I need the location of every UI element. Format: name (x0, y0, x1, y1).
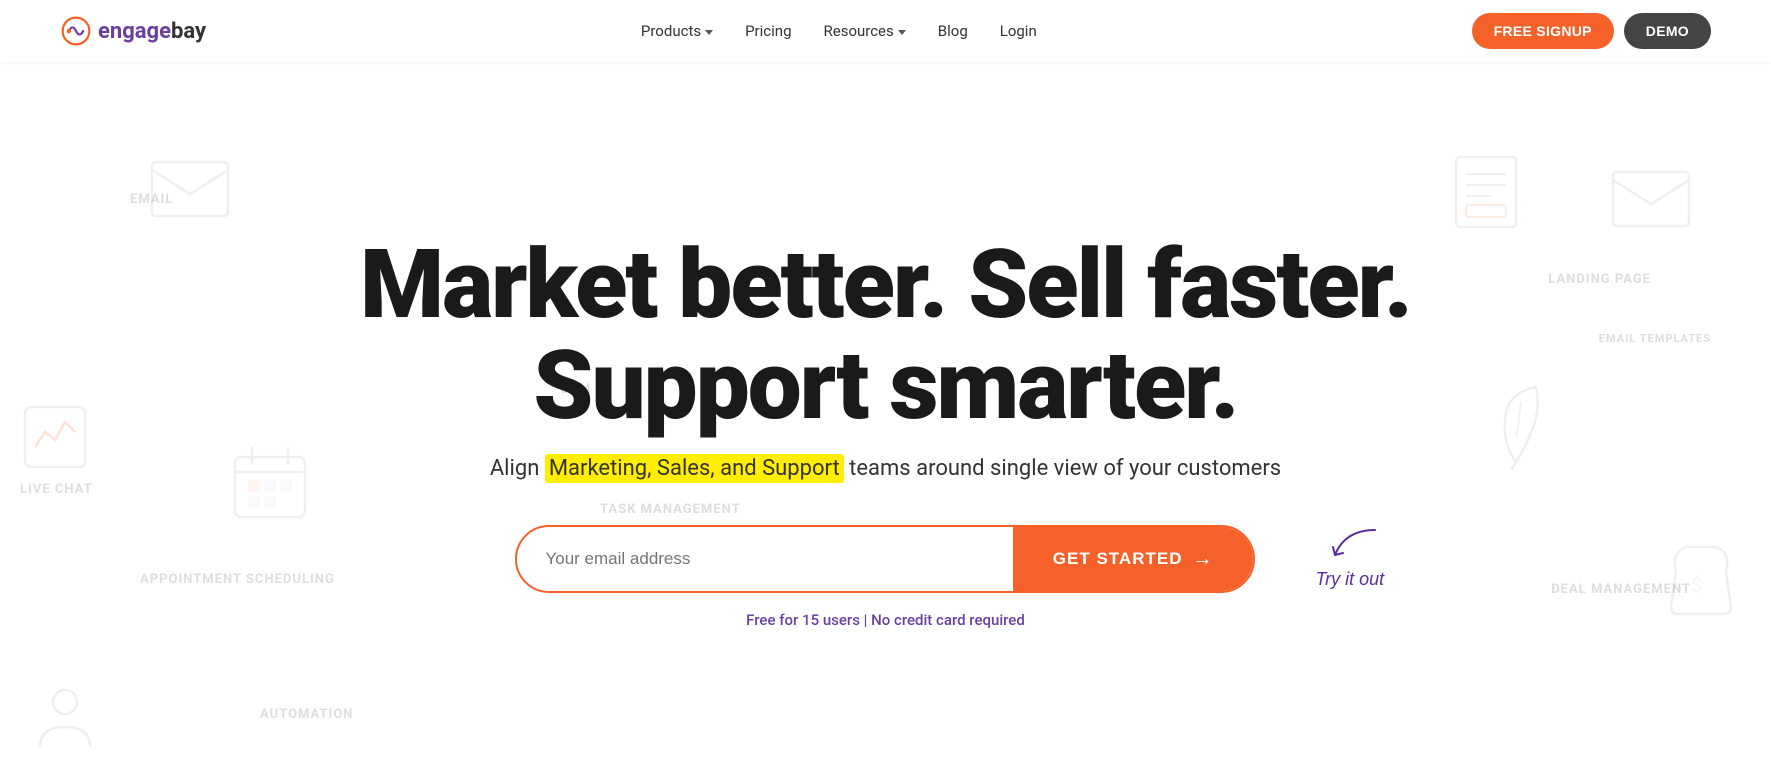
bg-label-deal-mgmt: DEAL MANAGEMENT (1551, 582, 1691, 597)
free-note: Free for 15 users | No credit card requi… (360, 611, 1411, 629)
chevron-down-icon (898, 30, 906, 35)
get-started-label: GET STARTED (1053, 549, 1183, 569)
logo[interactable]: engagebay (60, 15, 206, 47)
nav-ctas: FREE SIGNUP DEMO (1472, 13, 1711, 49)
arrow-right-icon: → (1192, 548, 1213, 571)
nav-item-login[interactable]: Login (988, 14, 1049, 48)
highlight-text: Marketing, Sales, and Support (545, 454, 844, 483)
email-input-wrapper: GET STARTED → (515, 525, 1255, 593)
hero-section: EMAIL CRM LANDING PAGE EMAIL TEMPLATES L… (0, 62, 1771, 782)
nav-links: Products Pricing Resources Blog Login (629, 14, 1049, 48)
bg-label-appt-sched: APPOINTMENT SCHEDULING (140, 572, 335, 587)
email-input[interactable] (517, 549, 1012, 569)
nav-item-products[interactable]: Products (629, 14, 725, 48)
try-it-out: Try it out (1315, 525, 1385, 590)
hero-subtext: Align Marketing, Sales, and Support team… (360, 456, 1411, 481)
hero-headline: Market better. Sell faster. Support smar… (360, 235, 1411, 437)
free-signup-button[interactable]: FREE SIGNUP (1472, 13, 1614, 49)
logo-text: engagebay (98, 19, 206, 44)
email-form-wrapper: GET STARTED → Try it out (515, 525, 1255, 593)
bg-label-email-templates: EMAIL TEMPLATES (1599, 332, 1711, 345)
bg-label-landing-page: LANDING PAGE (1548, 272, 1651, 287)
bg-label-email: EMAIL (130, 192, 173, 207)
bg-label-live-chat: LIVE CHAT (20, 482, 93, 497)
nav-item-blog[interactable]: Blog (926, 14, 980, 48)
chevron-down-icon (705, 30, 713, 35)
nav-item-pricing[interactable]: Pricing (733, 14, 803, 48)
nav-item-resources[interactable]: Resources (812, 14, 918, 48)
svg-text:$: $ (1691, 573, 1702, 597)
demo-button[interactable]: DEMO (1624, 13, 1711, 49)
email-form: GET STARTED → Try it out (360, 525, 1411, 593)
navigation: engagebay Products Pricing Resources Blo… (0, 0, 1771, 62)
hero-content: Market better. Sell faster. Support smar… (360, 235, 1411, 630)
try-it-out-label: Try it out (1315, 569, 1384, 590)
bg-label-automation: AUTOMATION (260, 707, 353, 722)
get-started-button[interactable]: GET STARTED → (1013, 525, 1254, 593)
